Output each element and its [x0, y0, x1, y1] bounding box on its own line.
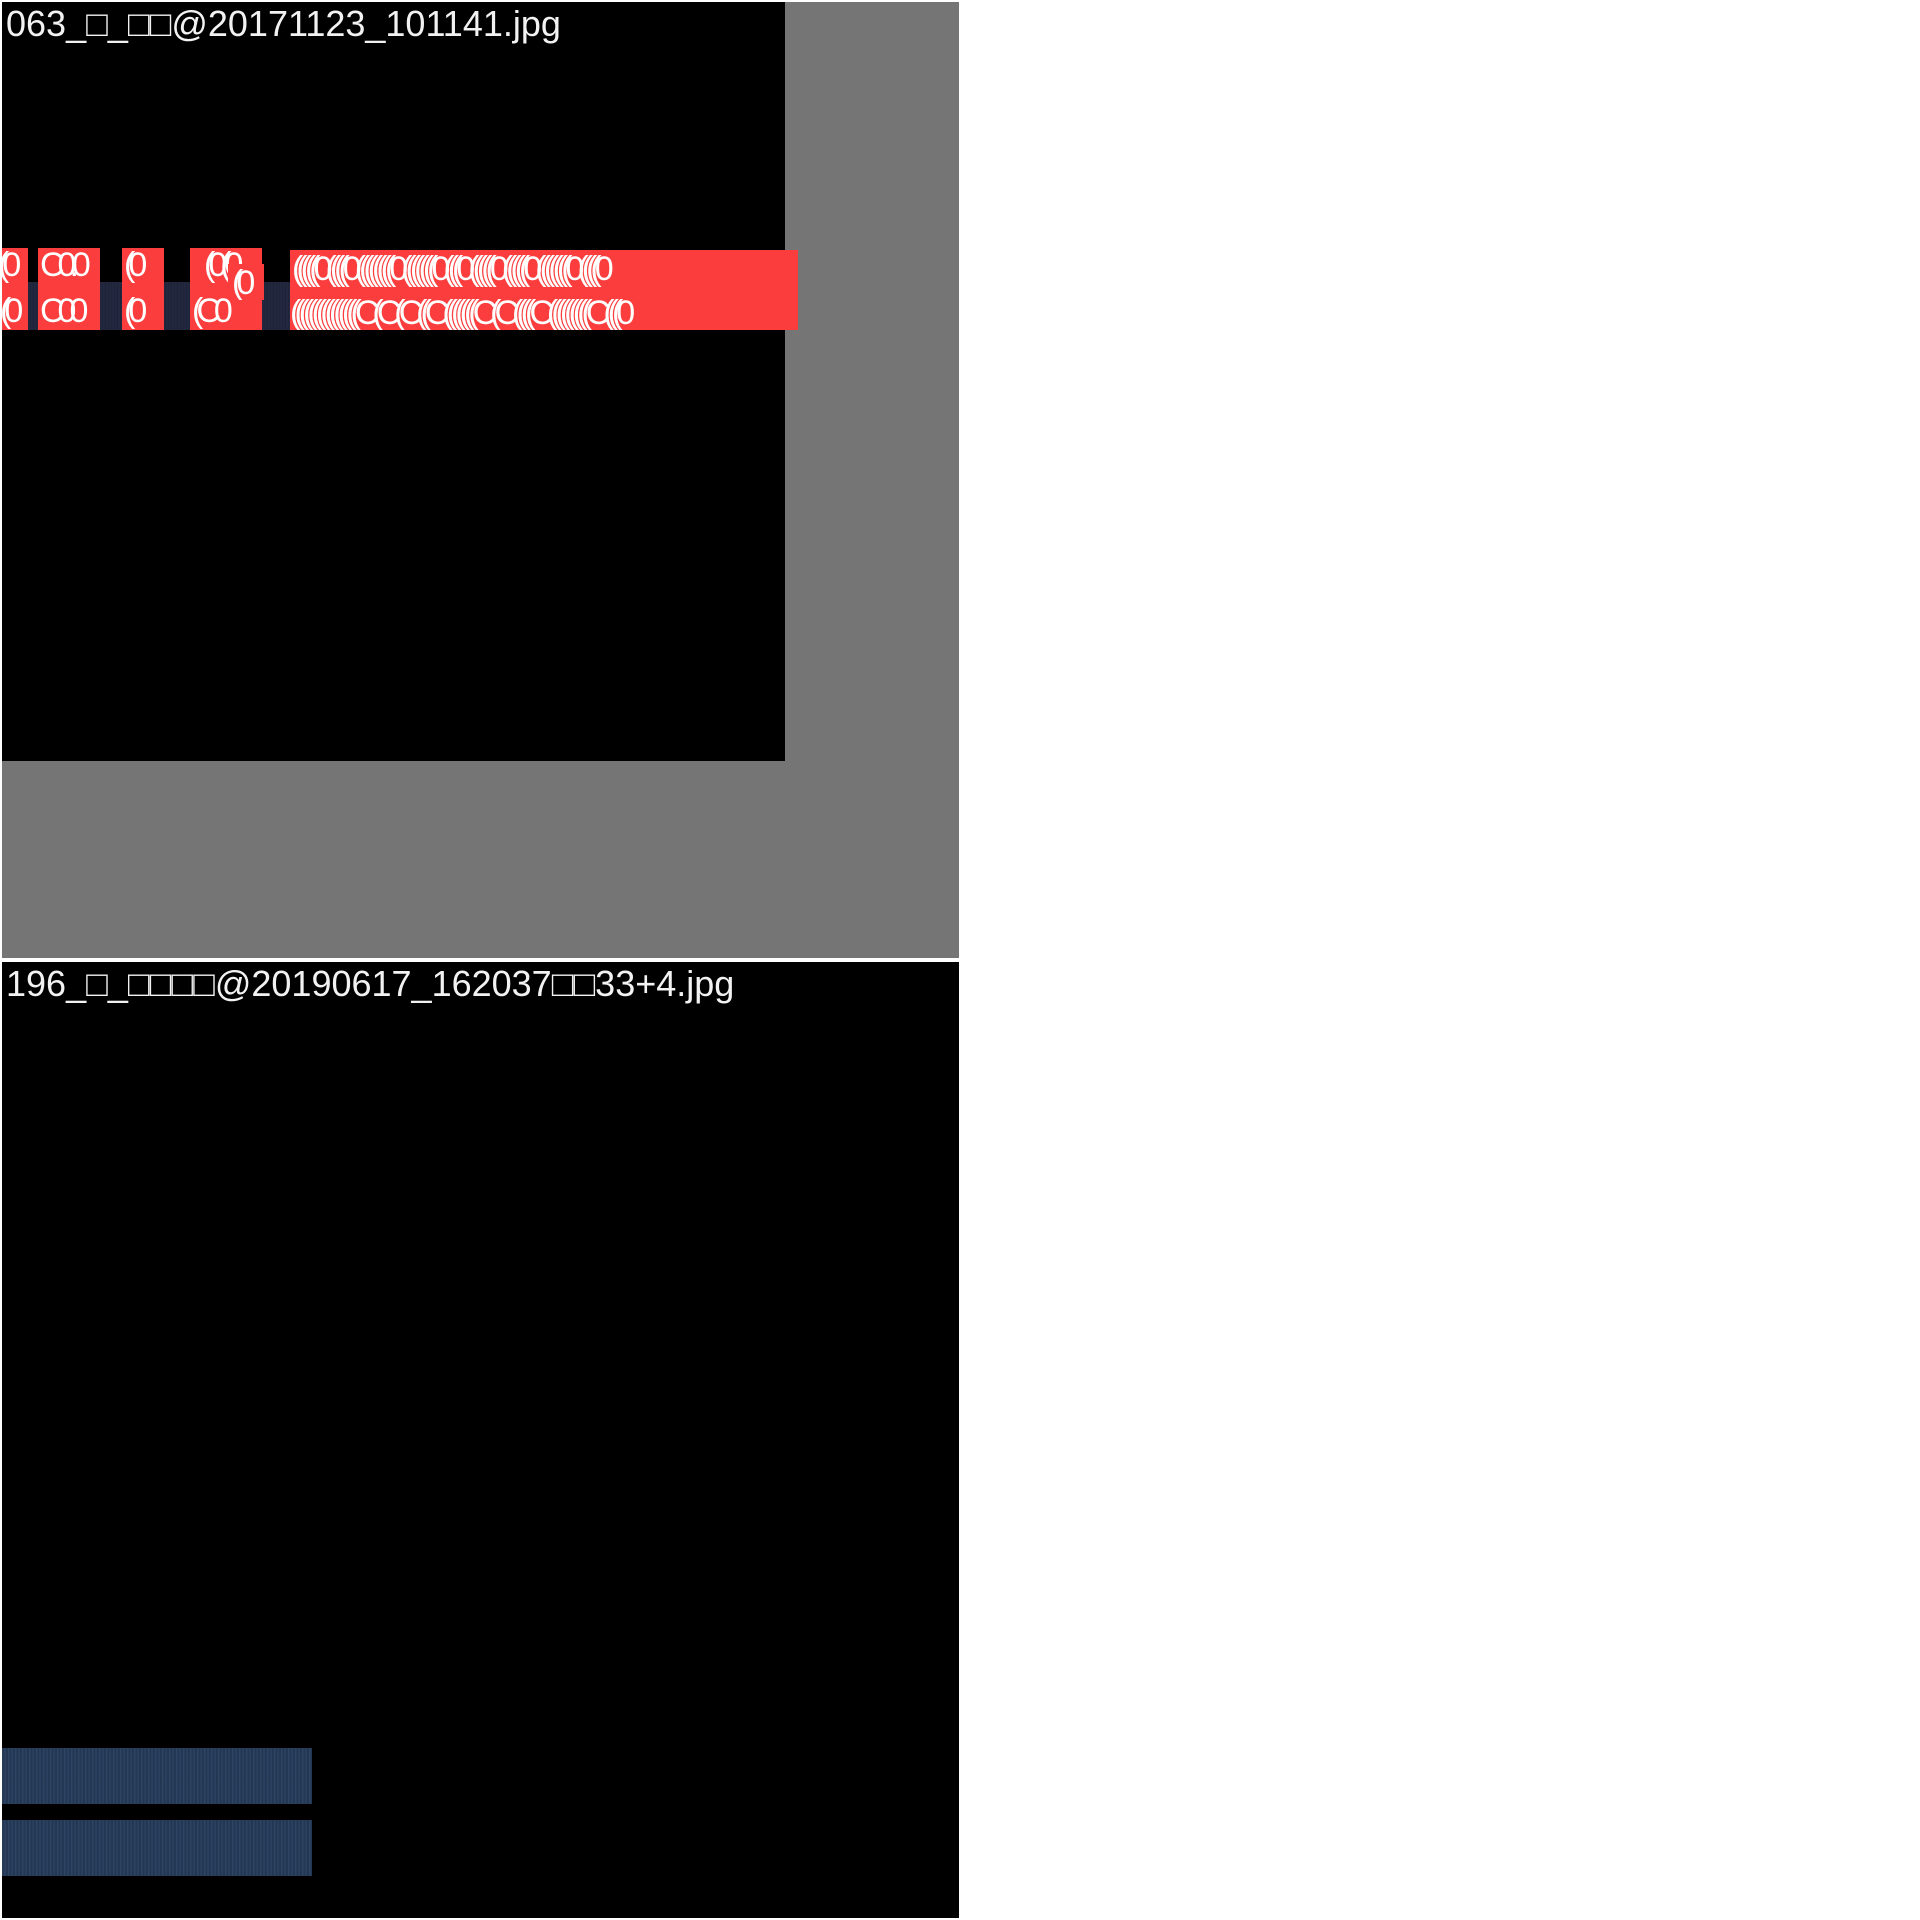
image-content-strip — [2, 1748, 312, 1804]
thumbnail-caption: 063_□_□□@20171123_101141.jpg — [6, 3, 561, 44]
annotation-box: C0.0 C00 — [38, 248, 100, 330]
image-content-strip — [2, 1820, 312, 1876]
thumbnail-panel-2[interactable]: 196_□_□□□□@20190617_162037□□33+4.jpg — [2, 962, 959, 1918]
annotation-box: (0 (0 — [122, 248, 164, 330]
thumbnail-image-1: (0 (0 C0.0 C00 (0 (0 (0(0 (C0 (0 (((((0(… — [2, 2, 798, 761]
thumbnail-panel-1[interactable]: (0 (0 C0.0 C00 (0 (0 (0(0 (C0 (0 (((((0(… — [2, 2, 959, 958]
annotation-box-cluster: (((((0((((0((((((((0(((((((0(((0(((((0((… — [290, 250, 798, 330]
thumbnail-caption: 196_□_□□□□@20190617_162037□□33+4.jpg — [6, 963, 735, 1004]
annotation-box: (0 — [228, 264, 264, 300]
annotation-box: (0 (0 — [2, 248, 28, 330]
